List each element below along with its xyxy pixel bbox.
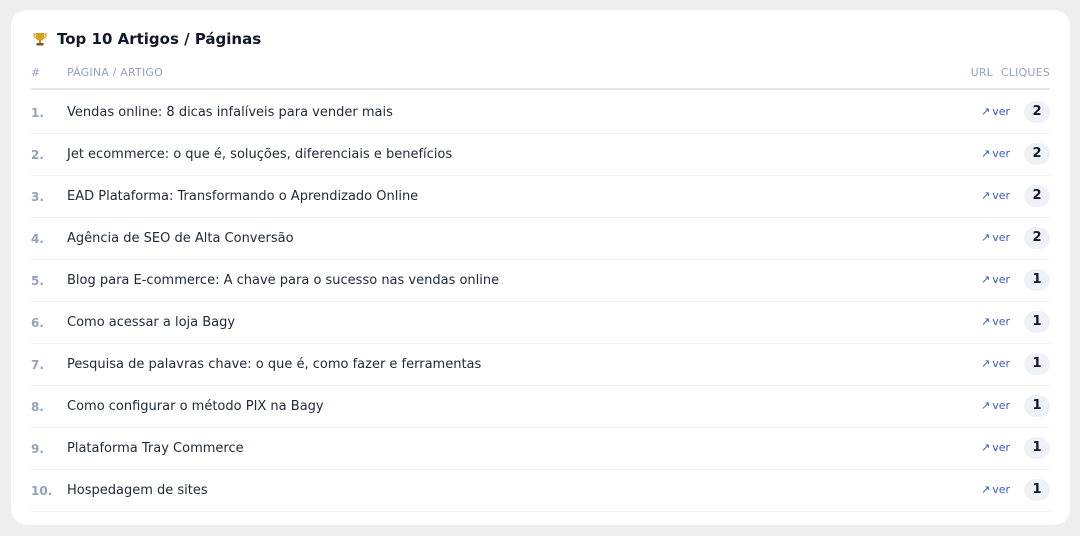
table-row: 7. Pesquisa de palavras chave: o que é, c… (31, 344, 1050, 386)
view-link-label: ver (992, 483, 1010, 496)
clicks-badge: 1 (1024, 479, 1050, 501)
view-link-label: ver (992, 357, 1010, 370)
view-link[interactable]: ↗ ver (981, 105, 1010, 118)
external-link-icon: ↗ (980, 189, 991, 202)
external-link-icon: ↗ (980, 231, 991, 244)
row-rank: 2. (31, 148, 44, 162)
row-rank: 6. (31, 316, 44, 330)
external-link-icon: ↗ (980, 273, 991, 286)
clicks-badge: 1 (1024, 353, 1050, 375)
row-page-title: Como acessar a loja Bagy (67, 315, 236, 330)
card-title-text: Top 10 Artigos / Páginas (57, 30, 262, 48)
view-link-label: ver (992, 399, 1010, 412)
header-url: URL (970, 66, 993, 79)
view-link[interactable]: ↗ ver (981, 441, 1010, 454)
external-link-icon: ↗ (980, 483, 991, 496)
table-row: 5. Blog para E-commerce: A chave para o s… (31, 260, 1050, 302)
row-rank: 3. (31, 190, 44, 204)
table-row: 10. Hospedagem de sites ↗ ver 1 (31, 470, 1050, 512)
row-rank: 1. (31, 106, 44, 120)
view-link-label: ver (992, 315, 1010, 328)
table-row: 2. Jet ecommerce: o que é, soluções, dife… (31, 134, 1050, 176)
view-link[interactable]: ↗ ver (981, 147, 1010, 160)
view-link-label: ver (992, 273, 1010, 286)
table-row: 3. EAD Plataforma: Transformando o Aprend… (31, 176, 1050, 218)
row-page-title: EAD Plataforma: Transformando o Aprendiz… (67, 189, 419, 204)
clicks-badge: 1 (1024, 395, 1050, 417)
header-clicks: CLIQUES (1000, 66, 1050, 79)
view-link[interactable]: ↗ ver (981, 357, 1010, 370)
external-link-icon: ↗ (980, 357, 991, 370)
view-link-label: ver (992, 189, 1010, 202)
table-row: 1. Vendas online: 8 dicas infalíveis para… (31, 92, 1050, 134)
header-rank: # (31, 66, 41, 79)
external-link-icon: ↗ (980, 147, 991, 160)
table-row: 6. Como acessar a loja Bagy ↗ ver 1 (31, 302, 1050, 344)
view-link-label: ver (992, 105, 1010, 118)
external-link-icon: ↗ (980, 399, 991, 412)
external-link-icon: ↗ (980, 315, 991, 328)
clicks-badge: 2 (1024, 227, 1050, 249)
table-row: 9. Plataforma Tray Commerce ↗ ver 1 (31, 428, 1050, 470)
table-row: 4. Agência de SEO de Alta Conversão ↗ ver 2 (31, 218, 1050, 260)
clicks-badge: 2 (1024, 101, 1050, 123)
row-rank: 9. (31, 442, 44, 456)
card-title: Top 10 Artigos / Páginas (32, 30, 261, 48)
clicks-badge: 1 (1024, 311, 1050, 333)
trophy-icon (33, 33, 47, 46)
row-page-title: Plataforma Tray Commerce (67, 441, 244, 456)
row-rank: 5. (31, 274, 44, 288)
row-page-title: Jet ecommerce: o que é, soluções, difere… (67, 147, 453, 162)
view-link[interactable]: ↗ ver (981, 399, 1010, 412)
view-link[interactable]: ↗ ver (981, 483, 1010, 496)
row-page-title: Pesquisa de palavras chave: o que é, com… (67, 357, 482, 372)
view-link-label: ver (992, 147, 1010, 160)
view-link[interactable]: ↗ ver (981, 189, 1010, 202)
external-link-icon: ↗ (980, 105, 991, 118)
view-link[interactable]: ↗ ver (981, 231, 1010, 244)
row-page-title: Agência de SEO de Alta Conversão (67, 231, 294, 246)
top-articles-card: Top 10 Artigos / Páginas # PÁGINA / ARTI… (11, 10, 1070, 525)
view-link-label: ver (992, 231, 1010, 244)
row-rank: 10. (31, 484, 53, 498)
row-page-title: Como configurar o método PIX na Bagy (67, 399, 324, 414)
clicks-badge: 2 (1024, 185, 1050, 207)
row-rank: 7. (31, 358, 44, 372)
clicks-badge: 1 (1024, 269, 1050, 291)
table-header: # PÁGINA / ARTIGO URL CLIQUES (31, 64, 1050, 90)
row-rank: 4. (31, 232, 44, 246)
row-page-title: Hospedagem de sites (67, 483, 208, 498)
table-body: 1. Vendas online: 8 dicas infalíveis para… (31, 92, 1050, 512)
header-page: PÁGINA / ARTIGO (67, 66, 163, 79)
table-row: 8. Como configurar o método PIX na Bagy ↗ v… (31, 386, 1050, 428)
row-page-title: Vendas online: 8 dicas infalíveis para v… (67, 105, 393, 120)
view-link[interactable]: ↗ ver (981, 273, 1010, 286)
view-link-label: ver (992, 441, 1010, 454)
clicks-badge: 1 (1024, 437, 1050, 459)
view-link[interactable]: ↗ ver (981, 315, 1010, 328)
clicks-badge: 2 (1024, 143, 1050, 165)
external-link-icon: ↗ (980, 441, 991, 454)
row-page-title: Blog para E-commerce: A chave para o suc… (67, 273, 500, 288)
row-rank: 8. (31, 400, 44, 414)
